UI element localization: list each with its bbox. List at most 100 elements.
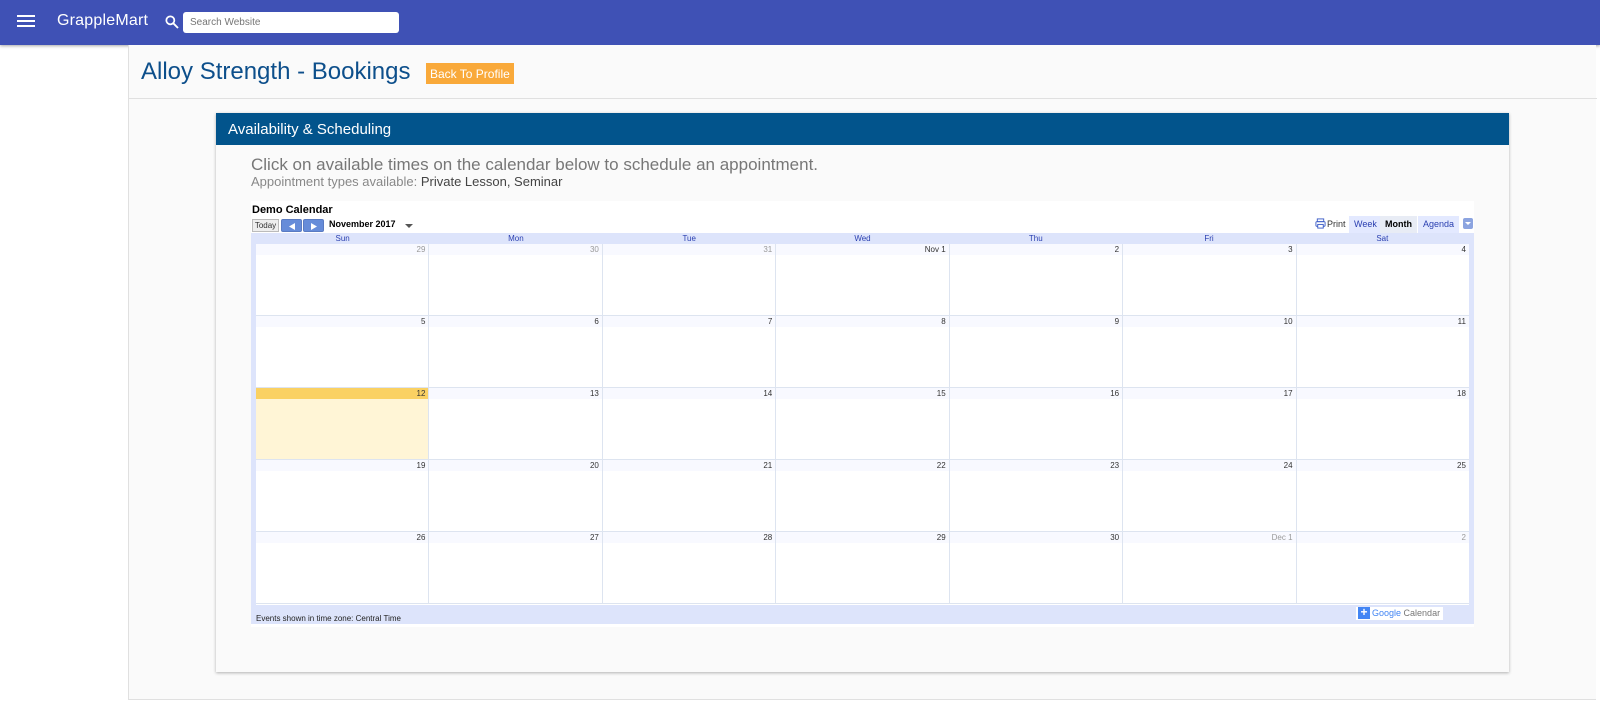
- day-cell[interactable]: 5: [256, 316, 429, 387]
- day-cell[interactable]: 3: [1122, 244, 1296, 315]
- day-cell[interactable]: 12: [256, 388, 429, 459]
- day-cell[interactable]: 6: [428, 316, 602, 387]
- next-month-button[interactable]: [303, 219, 324, 232]
- day-number: 30: [949, 532, 1123, 543]
- day-number: 12: [256, 388, 429, 399]
- main-content: Alloy Strength - Bookings Back To Profil…: [128, 45, 1597, 700]
- timezone-note: Events shown in time zone: Central Time: [256, 614, 401, 623]
- day-number: 18: [1296, 388, 1469, 399]
- day-cell[interactable]: 21: [601, 460, 776, 531]
- month-picker-caret-icon[interactable]: [405, 224, 413, 228]
- dow-label: Fri: [1204, 234, 1214, 243]
- scheduling-intro: Click on available times on the calendar…: [251, 155, 819, 174]
- day-number: 29: [776, 532, 949, 543]
- day-cell[interactable]: 8: [775, 316, 949, 387]
- day-number: 30: [429, 244, 602, 255]
- day-cell[interactable]: 4: [1295, 244, 1469, 315]
- menu-icon[interactable]: [17, 13, 35, 31]
- day-cell[interactable]: 16: [948, 388, 1123, 459]
- day-number: 14: [602, 388, 776, 399]
- back-to-profile-button[interactable]: Back To Profile: [426, 63, 514, 84]
- dow-label: Mon: [508, 234, 524, 243]
- day-number: 3: [1123, 244, 1296, 255]
- dow-label: Wed: [854, 234, 871, 243]
- day-cell[interactable]: 30: [948, 532, 1123, 603]
- day-number: 25: [1296, 460, 1469, 471]
- day-cell[interactable]: Nov 1: [775, 244, 949, 315]
- day-cell[interactable]: 2: [948, 244, 1123, 315]
- day-number: 22: [776, 460, 949, 471]
- google-logo-text: Google: [1372, 608, 1402, 618]
- day-number: 24: [1123, 460, 1296, 471]
- day-number: 26: [256, 532, 429, 543]
- day-number: 28: [602, 532, 776, 543]
- day-number: 27: [429, 532, 602, 543]
- day-cell[interactable]: 30: [428, 244, 602, 315]
- day-number: 8: [776, 316, 949, 327]
- day-number: 21: [602, 460, 776, 471]
- day-number: 7: [602, 316, 776, 327]
- calendar-logo-text: Calendar: [1403, 608, 1441, 618]
- day-cell[interactable]: 11: [1295, 316, 1469, 387]
- prev-month-button[interactable]: [281, 219, 302, 232]
- day-number: 2: [1296, 532, 1469, 543]
- appointment-types-label: Appointment types available:: [251, 174, 418, 189]
- day-cell[interactable]: 9: [948, 316, 1123, 387]
- day-number: 16: [949, 388, 1123, 399]
- day-cell[interactable]: 23: [948, 460, 1123, 531]
- card-header: Availability & Scheduling: [216, 113, 1509, 145]
- day-cell[interactable]: 29: [775, 532, 949, 603]
- print-button[interactable]: Print: [1327, 219, 1346, 229]
- day-cell[interactable]: 18: [1295, 388, 1469, 459]
- today-button[interactable]: Today: [252, 219, 279, 232]
- week-row: 26 27 28 29 30 Dec 12: [256, 532, 1469, 604]
- day-cell[interactable]: 15: [775, 388, 949, 459]
- tab-month[interactable]: Month: [1380, 216, 1417, 233]
- week-row: 12 13 14 15 16 17 18: [256, 388, 1469, 460]
- day-cell[interactable]: 27: [428, 532, 602, 603]
- day-cell[interactable]: 31: [601, 244, 776, 315]
- day-number: 11: [1296, 316, 1469, 327]
- print-icon[interactable]: [1315, 218, 1326, 229]
- google-calendar-badge[interactable]: + Google Calendar: [1356, 606, 1444, 620]
- day-cell[interactable]: 29: [256, 244, 429, 315]
- tab-week[interactable]: Week: [1349, 216, 1382, 233]
- day-cell[interactable]: 14: [601, 388, 776, 459]
- day-number: 29: [256, 244, 429, 255]
- day-cell[interactable]: 25: [1295, 460, 1469, 531]
- dow-label: Thu: [1028, 234, 1043, 243]
- day-cell[interactable]: 13: [428, 388, 602, 459]
- day-number: 5: [256, 316, 429, 327]
- day-cell[interactable]: 7: [601, 316, 776, 387]
- search-input[interactable]: [183, 12, 399, 33]
- day-cell[interactable]: 10: [1122, 316, 1296, 387]
- day-of-week-header: Sun Mon Tue Wed Thu Fri Sat: [256, 233, 1469, 244]
- day-cell[interactable]: 24: [1122, 460, 1296, 531]
- day-cell[interactable]: Dec 1: [1122, 532, 1296, 603]
- week-row: 19 20 21 22 23 24 25: [256, 460, 1469, 532]
- dow-label: Sun: [335, 234, 350, 243]
- day-cell[interactable]: 28: [601, 532, 776, 603]
- day-number: 10: [1123, 316, 1296, 327]
- day-cell[interactable]: 20: [428, 460, 602, 531]
- brand-title[interactable]: GrappleMart: [57, 12, 148, 30]
- day-number: 31: [602, 244, 776, 255]
- agenda-dropdown-icon[interactable]: [1463, 218, 1473, 229]
- plus-icon: +: [1358, 606, 1370, 619]
- chevron-right-icon: [311, 223, 317, 230]
- appointment-types: Appointment types available: Private Les…: [251, 174, 562, 189]
- day-cell[interactable]: 19: [256, 460, 429, 531]
- appointment-types-value: Private Lesson, Seminar: [420, 174, 563, 189]
- chevron-left-icon: [289, 223, 295, 230]
- day-cell[interactable]: 17: [1122, 388, 1296, 459]
- day-number: 17: [1123, 388, 1296, 399]
- day-cell[interactable]: 22: [775, 460, 949, 531]
- tab-agenda[interactable]: Agenda: [1418, 216, 1460, 233]
- day-cell[interactable]: 26: [256, 532, 429, 603]
- day-cell[interactable]: 2: [1295, 532, 1469, 603]
- calendar-weeks: 29 30 31 Nov 1 2 3 4 5 6 7 8 9 10 11 12 13 14 15 16 17 18 19 2…: [256, 244, 1469, 605]
- divider: [129, 98, 1597, 99]
- day-number: Nov 1: [776, 244, 949, 255]
- day-number: 9: [949, 316, 1123, 327]
- day-number: 4: [1296, 244, 1469, 255]
